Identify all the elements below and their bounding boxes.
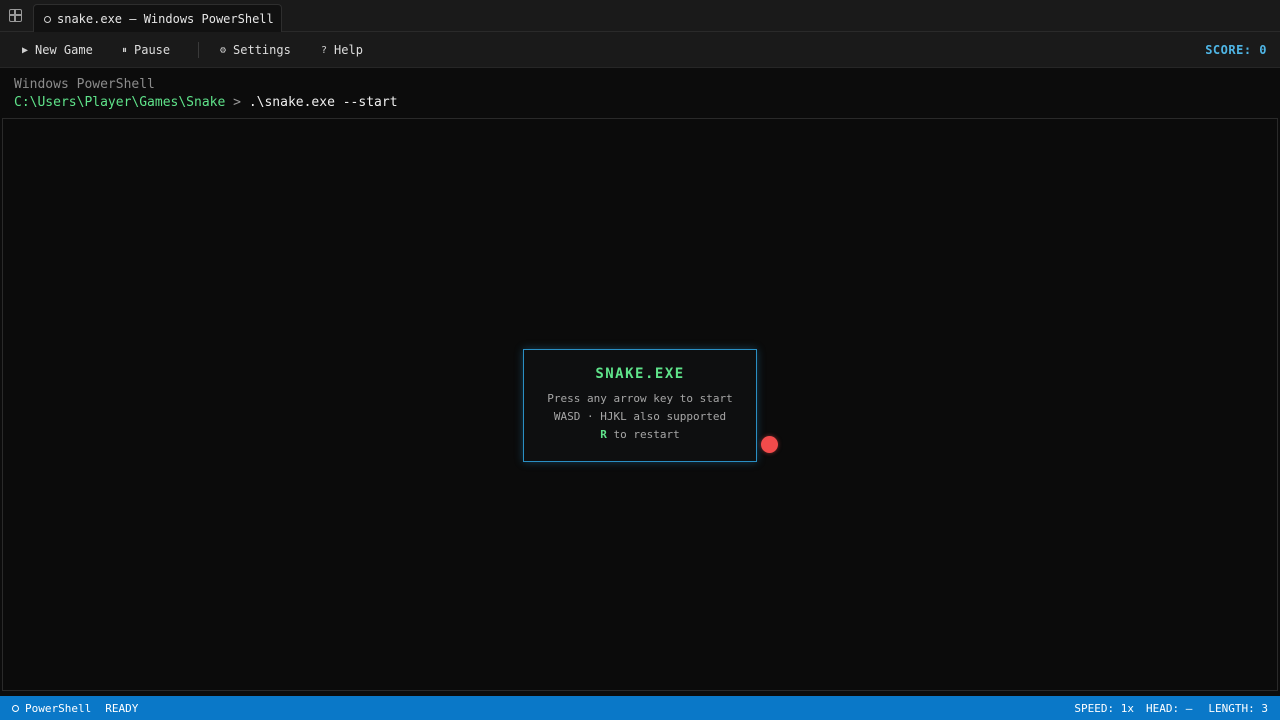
pause-button[interactable]: ⏸ Pause	[122, 32, 170, 68]
restart-text: to restart	[606, 428, 680, 441]
shell-status-icon	[12, 704, 19, 712]
help-label: Help	[334, 43, 363, 57]
restart-key: R	[600, 428, 607, 441]
terminal-tab-icon	[44, 15, 51, 23]
food-apple-icon	[761, 436, 778, 453]
prompt-separator: >	[225, 95, 249, 110]
dialog-restart-hint: R to restart	[524, 426, 756, 444]
settings-button[interactable]: ⚙ Settings	[220, 32, 291, 68]
start-dialog: SNAKE.EXE Press any arrow key to start W…	[523, 349, 757, 462]
pause-label: Pause	[134, 43, 171, 57]
shell-name: PowerShell	[25, 701, 92, 715]
help-icon: ?	[321, 44, 328, 56]
settings-label: Settings	[233, 43, 291, 57]
toolbar: ▶ New Game ⏸ Pause ⚙ Settings ? Help SCO…	[0, 32, 1280, 68]
head-status: HEAD: —	[1146, 701, 1193, 715]
help-button[interactable]: ? Help	[321, 32, 363, 68]
terminal-title: Windows PowerShell	[14, 77, 155, 92]
tabs-grid-icon[interactable]	[9, 9, 22, 22]
pause-icon: ⏸	[122, 44, 127, 56]
new-game-label: New Game	[35, 43, 93, 57]
dialog-keys-hint: WASD · HJKL also supported	[553, 410, 727, 423]
score-display: SCORE: 0	[1205, 43, 1267, 57]
prompt-command: .\snake.exe --start	[248, 95, 398, 110]
gear-icon: ⚙	[220, 44, 227, 56]
terminal-header: Windows PowerShell C:\Users\Player\Games…	[14, 76, 398, 112]
title-bar: snake.exe — Windows PowerShell	[0, 0, 1280, 32]
toolbar-divider	[198, 42, 199, 58]
dialog-title: SNAKE.EXE	[595, 366, 685, 382]
prompt-path: C:\Users\Player\Games\Snake	[14, 95, 226, 110]
status-bar: PowerShell READY SPEED: 1x HEAD: — LENGT…	[0, 696, 1280, 720]
speed-status: SPEED: 1x	[1074, 701, 1135, 715]
ready-status: READY	[105, 701, 139, 715]
new-game-button[interactable]: ▶ New Game	[22, 32, 93, 68]
tab-title: snake.exe — Windows PowerShell	[57, 11, 274, 26]
command-line: C:\Users\Player\Games\Snake > .\snake.ex…	[14, 94, 398, 112]
dialog-start-hint: Press any arrow key to start	[547, 392, 733, 405]
tab-powershell[interactable]: snake.exe — Windows PowerShell	[33, 4, 282, 32]
play-icon: ▶	[22, 44, 29, 56]
length-status: LENGTH: 3	[1208, 701, 1268, 715]
